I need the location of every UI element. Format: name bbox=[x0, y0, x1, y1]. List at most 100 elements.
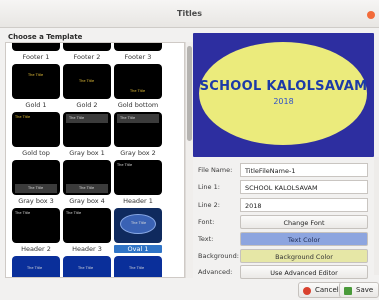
template-label: Gold 2 bbox=[76, 101, 98, 109]
text-color-button[interactable]: Text Color bbox=[240, 232, 368, 246]
template-label: Gold bottom bbox=[117, 101, 159, 109]
thumbnail-sample-text: The Title bbox=[79, 79, 95, 83]
line1-row: Line 1: SCHOOL KALOLSAVAM bbox=[193, 179, 374, 195]
title-properties-form: File Name: TitleFileName-1 Line 1: SCHOO… bbox=[193, 157, 374, 279]
form-scrollbar[interactable] bbox=[374, 157, 379, 275]
template-label: Footer 3 bbox=[124, 53, 152, 61]
template-footer-3[interactable]: Footer 3 bbox=[114, 43, 162, 61]
template-label: Footer 1 bbox=[22, 53, 50, 61]
template-thumbnail bbox=[114, 43, 162, 51]
template-thumbnail: The Title bbox=[114, 256, 162, 277]
template-header-2[interactable]: The Title Header 2 bbox=[12, 208, 60, 253]
template-scrollbar[interactable] bbox=[185, 42, 193, 278]
template-label: Footer 2 bbox=[73, 53, 101, 61]
thumbnail-sample-text: The Title bbox=[131, 221, 147, 225]
template-thumbnail: The Title bbox=[114, 112, 162, 147]
template-gold-2[interactable]: The Title Gold 2 bbox=[63, 64, 111, 109]
font-row: Font: Change Font bbox=[193, 214, 374, 230]
template-thumbnail: The Title bbox=[114, 208, 162, 243]
template-thumbnail bbox=[12, 43, 60, 51]
line1-input[interactable]: SCHOOL KALOLSAVAM bbox=[240, 180, 368, 194]
cancel-icon bbox=[303, 287, 311, 295]
thumbnail-sample-text: The Title bbox=[130, 89, 146, 93]
template-label: Gray box 2 bbox=[120, 149, 156, 157]
template-label: Oval 1 bbox=[114, 245, 162, 253]
save-button[interactable]: Save bbox=[339, 282, 379, 298]
font-label: Font: bbox=[198, 218, 215, 226]
cancel-button[interactable]: Cancel bbox=[298, 282, 345, 298]
template-gray-box-2[interactable]: The Title Gray box 2 bbox=[114, 112, 162, 157]
panel-heading: Choose a Template bbox=[8, 33, 83, 41]
template-header-3[interactable]: The Title Header 3 bbox=[63, 208, 111, 253]
template-label: Header 1 bbox=[123, 197, 153, 205]
line1-label: Line 1: bbox=[198, 183, 220, 191]
close-icon[interactable] bbox=[367, 11, 375, 19]
template-oval-1[interactable]: The Title Oval 1 bbox=[114, 208, 162, 253]
background-row: Background: Background Color bbox=[193, 248, 374, 264]
background-label: Background: bbox=[198, 252, 239, 260]
template-footer-2[interactable]: Footer 2 bbox=[63, 43, 111, 61]
file-name-row: File Name: TitleFileName-1 bbox=[193, 162, 374, 178]
thumbnail-sample-text: The Title bbox=[78, 266, 94, 270]
template-thumbnail: The Title bbox=[63, 160, 111, 195]
advanced-row: Advanced: Use Advanced Editor bbox=[193, 264, 374, 280]
save-icon bbox=[344, 287, 352, 295]
preview-line1: SCHOOL KALOLSAVAM bbox=[199, 79, 368, 94]
template-gold-1[interactable]: The Title Gold 1 bbox=[12, 64, 60, 109]
template-thumbnail: The Title bbox=[114, 64, 162, 99]
template-thumbnail: The Title bbox=[12, 208, 60, 243]
template-thumbnail: The Title bbox=[12, 64, 60, 99]
template-label: Header 3 bbox=[72, 245, 102, 253]
template-thumbnail: The Title bbox=[63, 112, 111, 147]
template-thumbnail: The Title bbox=[114, 160, 162, 195]
template-thumbnail bbox=[63, 43, 111, 51]
advanced-label: Advanced: bbox=[198, 268, 233, 276]
template-label: Gray box 3 bbox=[18, 197, 54, 205]
thumbnail-sample-text: The Title bbox=[15, 211, 31, 215]
template-footer-1[interactable]: Footer 1 bbox=[12, 43, 60, 61]
template-gray-box-3[interactable]: The Title Gray box 3 bbox=[12, 160, 60, 205]
thumbnail-sample-text: The Title bbox=[28, 73, 44, 77]
template-thumbnail: The Title bbox=[63, 208, 111, 243]
thumbnail-sample-text: The Title bbox=[15, 115, 31, 119]
template-label: Gray box 1 bbox=[69, 149, 105, 157]
thumbnail-sample-text: The Title bbox=[66, 211, 82, 215]
file-name-label: File Name: bbox=[198, 166, 233, 174]
background-color-button[interactable]: Background Color bbox=[240, 249, 368, 263]
template-thumbnail: The Title bbox=[12, 112, 60, 147]
template-grid[interactable]: Footer 1 Footer 2 Footer 3 The Title Gol… bbox=[5, 42, 185, 278]
thumbnail-sample-text: The Title bbox=[28, 186, 44, 190]
template-gold-top[interactable]: The Title Gold top bbox=[12, 112, 60, 157]
template-gold-bottom[interactable]: The Title Gold bottom bbox=[114, 64, 162, 109]
template-thumbnail: The Title bbox=[12, 256, 60, 277]
template-item[interactable]: The Title bbox=[114, 256, 162, 277]
dialog-button-bar: Cancel Save bbox=[0, 280, 379, 300]
thumbnail-sample-text: The Title bbox=[27, 266, 43, 270]
thumbnail-sample-text: The Title bbox=[69, 116, 85, 120]
scrollbar-thumb[interactable] bbox=[187, 46, 192, 141]
template-gray-box-1[interactable]: The Title Gray box 1 bbox=[63, 112, 111, 157]
save-label: Save bbox=[356, 286, 374, 294]
template-label: Gray box 4 bbox=[69, 197, 105, 205]
file-name-input[interactable]: TitleFileName-1 bbox=[240, 163, 368, 177]
line2-input[interactable]: 2018 bbox=[240, 198, 368, 212]
cancel-label: Cancel bbox=[315, 286, 339, 294]
template-gray-box-4[interactable]: The Title Gray box 4 bbox=[63, 160, 111, 205]
thumbnail-sample-text: The Title bbox=[129, 266, 145, 270]
window-titlebar: Titles bbox=[0, 0, 379, 28]
advanced-editor-button[interactable]: Use Advanced Editor bbox=[240, 265, 368, 279]
window-title: Titles bbox=[177, 9, 202, 18]
text-row: Text: Text Color bbox=[193, 231, 374, 247]
template-item[interactable]: The Title bbox=[12, 256, 60, 277]
template-label: Gold top bbox=[22, 149, 50, 157]
template-label: Header 2 bbox=[21, 245, 51, 253]
change-font-button[interactable]: Change Font bbox=[240, 215, 368, 229]
template-thumbnail: The Title bbox=[63, 64, 111, 99]
thumbnail-sample-text: The Title bbox=[117, 163, 133, 167]
template-thumbnail: The Title bbox=[12, 160, 60, 195]
line2-label: Line 2: bbox=[198, 201, 220, 209]
template-label: Gold 1 bbox=[25, 101, 47, 109]
template-header-1[interactable]: The Title Header 1 bbox=[114, 160, 162, 205]
template-item[interactable]: The Title bbox=[63, 256, 111, 277]
title-preview: SCHOOL KALOLSAVAM 2018 bbox=[193, 33, 374, 157]
